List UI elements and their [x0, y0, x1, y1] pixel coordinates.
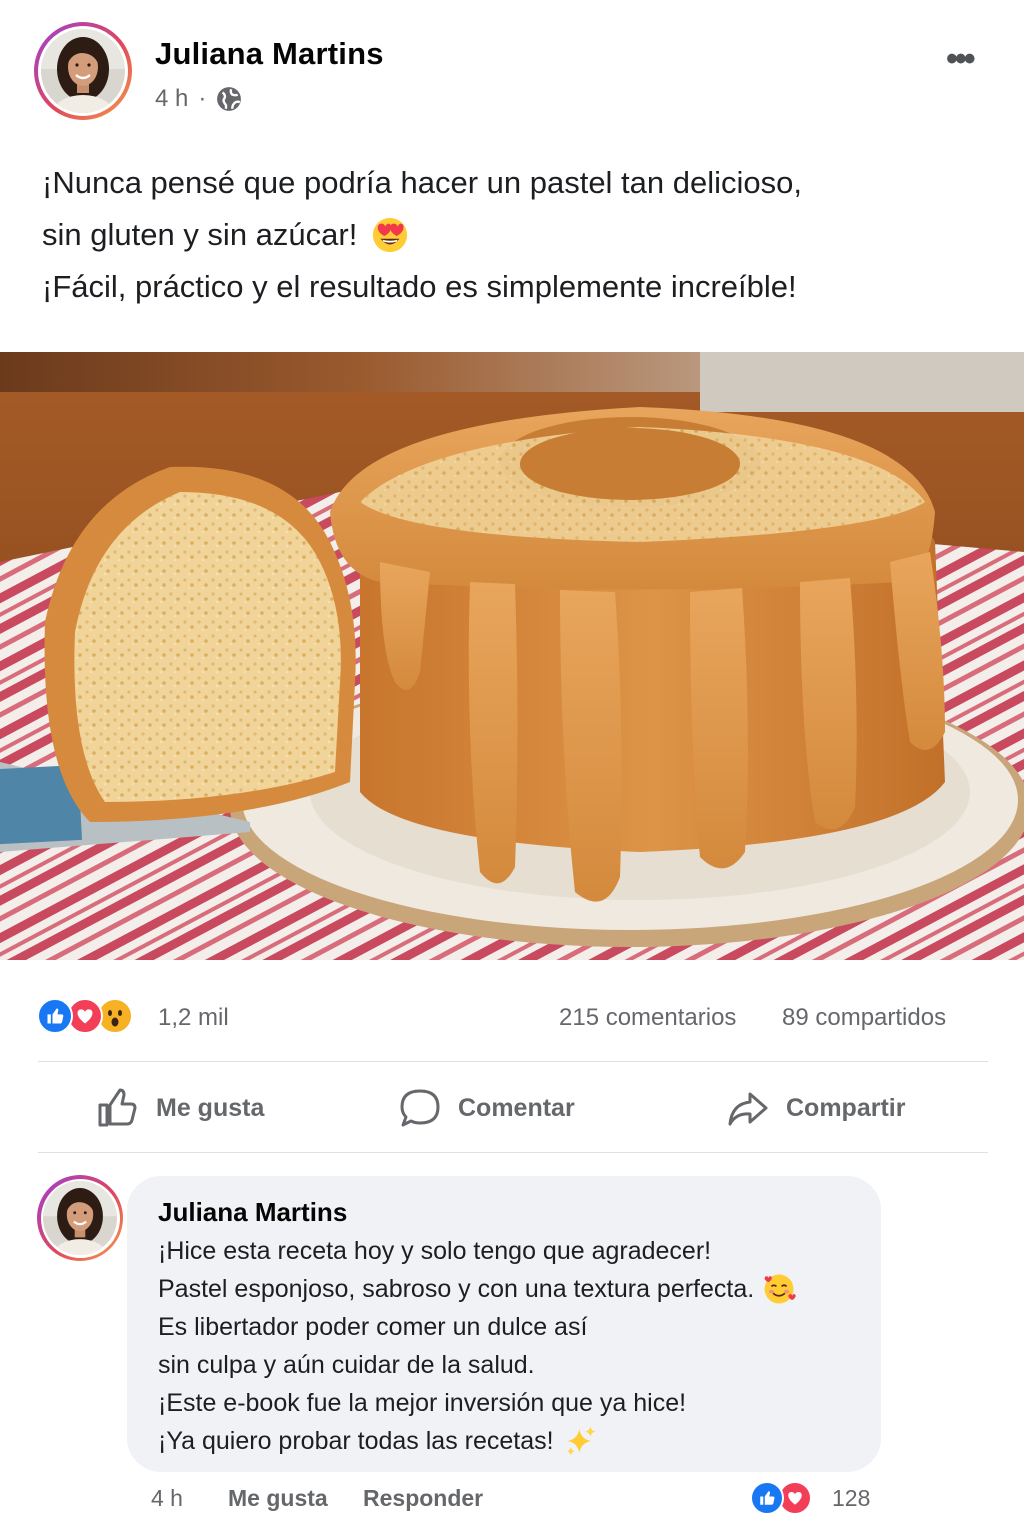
like-button-label: Me gusta [156, 1093, 265, 1122]
comment-text: ¡Hice esta receta hoy y solo tengo que a… [158, 1232, 873, 1460]
comment-line-with-emoji: Pastel esponjoso, sabroso y con una text… [158, 1270, 873, 1308]
smiling-face-with-hearts-icon [764, 1274, 796, 1304]
share-button[interactable]: Compartir [726, 1086, 905, 1130]
comment-line: ¡Hice esta receta hoy y solo tengo que a… [158, 1237, 712, 1265]
stats-divider [38, 1061, 988, 1062]
post-image-cake[interactable] [0, 352, 1024, 960]
post-text-line: ¡Nunca pensé que podría hacer un pastel … [42, 165, 802, 200]
comment-line: sin culpa y aún cuidar de la salud. [158, 1351, 535, 1379]
comment-line: ¡Ya quiero probar todas las recetas! [158, 1427, 554, 1455]
like-reaction-icon [37, 998, 73, 1034]
comment-reactions-count[interactable]: 128 [832, 1485, 870, 1512]
thumbs-up-icon [98, 1088, 137, 1127]
post-text-line: sin gluten y sin azúcar! [42, 217, 358, 252]
share-button-label: Compartir [786, 1093, 906, 1122]
comment-line: Pastel esponjoso, sabroso y con una text… [158, 1275, 755, 1303]
author-avatar[interactable] [34, 22, 132, 120]
post-text-line-with-emoji: sin gluten y sin azúcar! [42, 209, 992, 261]
comment-button[interactable]: Comentar [398, 1086, 575, 1130]
comment-time[interactable]: 4 h [151, 1485, 183, 1512]
share-arrow-icon [728, 1092, 768, 1126]
reaction-icons[interactable] [37, 998, 133, 1034]
heart-eyes-emoji-icon [373, 217, 408, 253]
shares-count[interactable]: 89 compartidos [782, 1004, 946, 1032]
comment-like-button[interactable]: Me gusta [228, 1485, 328, 1512]
comment-button-label: Comentar [458, 1093, 575, 1122]
comment-bubble-icon [400, 1089, 440, 1127]
post-meta: 4 h · [155, 85, 242, 113]
more-options-button[interactable]: ••• [946, 42, 976, 76]
comment-line: ¡Este e-book fue la mejor inversión que … [158, 1389, 687, 1417]
post-time[interactable]: 4 h [155, 85, 188, 113]
comment-author-name[interactable]: Juliana Martins [158, 1197, 347, 1228]
actions-divider [38, 1152, 988, 1153]
comment-reaction-icons[interactable] [750, 1481, 812, 1515]
meta-separator: · [198, 85, 207, 112]
like-reaction-icon [750, 1481, 784, 1515]
post-text: ¡Nunca pensé que podría hacer un pastel … [42, 157, 992, 313]
like-button[interactable]: Me gusta [96, 1086, 264, 1130]
avatar-photo [41, 29, 125, 113]
author-name[interactable]: Juliana Martins [155, 36, 384, 72]
comment-reply-button[interactable]: Responder [363, 1485, 483, 1512]
comments-count[interactable]: 215 comentarios [559, 1004, 736, 1032]
reactions-count[interactable]: 1,2 mil [158, 1004, 229, 1032]
sparkles-icon [566, 1426, 596, 1456]
comment-author-avatar[interactable] [37, 1175, 123, 1261]
globe-icon [217, 87, 242, 111]
post-text-line: ¡Fácil, práctico y el resultado es simpl… [42, 269, 797, 304]
comment-line: Es libertador poder comer un dulce así [158, 1313, 588, 1341]
comment-line-with-emoji: ¡Ya quiero probar todas las recetas! [158, 1422, 873, 1460]
comment-avatar-photo [43, 1181, 117, 1255]
